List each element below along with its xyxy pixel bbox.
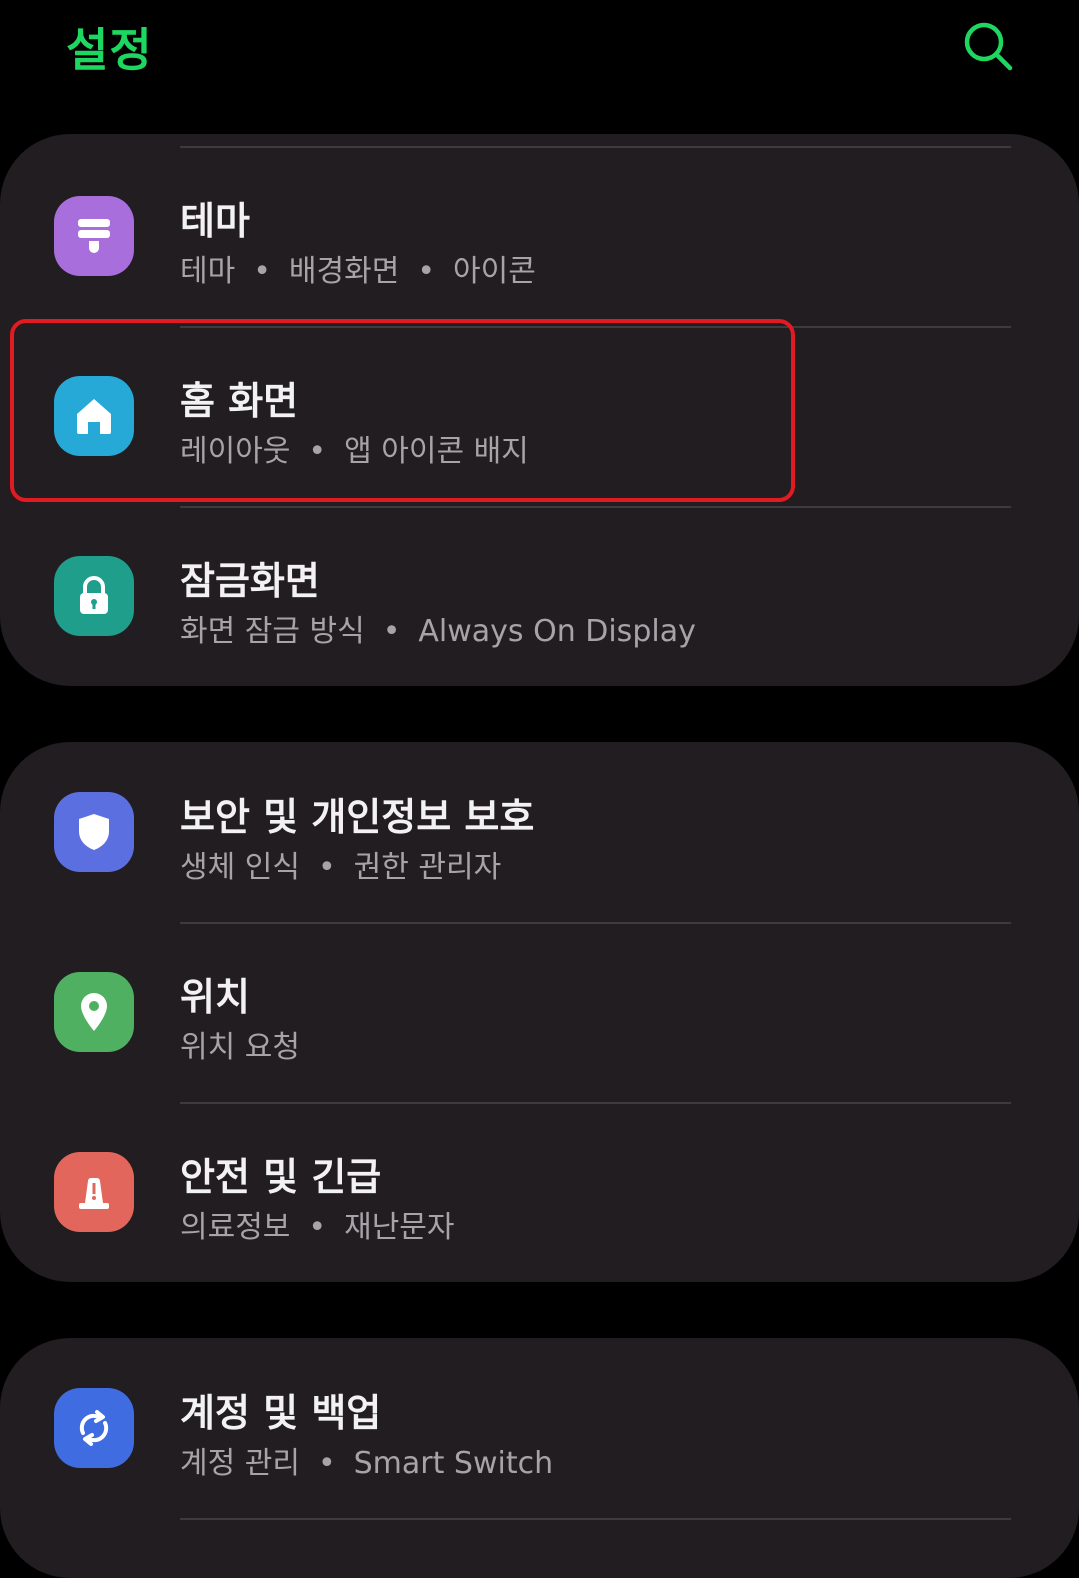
app-header: 설정	[0, 0, 1079, 100]
settings-item-security-privacy[interactable]: 보안 및 개인정보 보호 생체 인식 • 권한 관리자	[0, 742, 1079, 922]
sync-icon	[79, 1410, 109, 1446]
search-icon	[964, 22, 1013, 71]
divider	[180, 1518, 1011, 1520]
settings-card-accounts: 계정 및 백업 계정 관리 • Smart Switch	[0, 1338, 1079, 1578]
item-subtitle: 의료정보 • 재난문자	[180, 1210, 455, 1245]
shield-icon	[79, 814, 109, 850]
item-subtitle: 생체 인식 • 권한 관리자	[180, 850, 502, 885]
location-pin-icon	[81, 993, 107, 1031]
settings-card-security: 보안 및 개인정보 보호 생체 인식 • 권한 관리자 위치 위치 요청 안전 및 …	[0, 742, 1079, 1282]
settings-item-lock-screen[interactable]: 잠금화면 화면 잠금 방식 • Always On Display	[0, 506, 1079, 686]
lock-icon	[80, 576, 108, 614]
item-subtitle: 위치 요청	[180, 1030, 300, 1065]
item-subtitle: 화면 잠금 방식 • Always On Display	[180, 614, 696, 649]
theme-icon-tile	[54, 196, 134, 276]
home-icon-tile	[54, 376, 134, 456]
item-subtitle: 계정 관리 • Smart Switch	[180, 1446, 554, 1481]
location-icon-tile	[54, 972, 134, 1052]
search-button[interactable]	[956, 14, 1020, 78]
alert-icon-tile	[54, 1152, 134, 1232]
brush-icon	[78, 219, 110, 253]
item-title: 홈 화면	[180, 379, 299, 423]
alert-icon	[79, 1178, 109, 1209]
item-title: 보안 및 개인정보 보호	[180, 795, 535, 839]
settings-item-accounts-backup[interactable]: 계정 및 백업 계정 관리 • Smart Switch	[0, 1338, 1079, 1518]
settings-item-location[interactable]: 위치 위치 요청	[0, 922, 1079, 1102]
lock-icon-tile	[54, 556, 134, 636]
item-title: 계정 및 백업	[180, 1391, 382, 1435]
item-subtitle: 레이아웃 • 앱 아이콘 배지	[180, 434, 529, 469]
settings-card-display: 테마 테마 • 배경화면 • 아이콘 홈 화면 레이아웃 • 앱 아이콘 배지 잠금화면 화…	[0, 134, 1079, 686]
settings-item-safety-emergency[interactable]: 안전 및 긴급 의료정보 • 재난문자	[0, 1102, 1079, 1282]
item-title: 안전 및 긴급	[180, 1155, 382, 1199]
item-title: 위치	[180, 975, 250, 1019]
sync-icon-tile	[54, 1388, 134, 1468]
home-icon	[77, 399, 111, 434]
settings-item-theme[interactable]: 테마 테마 • 배경화면 • 아이콘	[0, 146, 1079, 326]
page-title: 설정	[66, 23, 153, 77]
item-title: 잠금화면	[180, 559, 320, 603]
item-title: 테마	[180, 199, 250, 243]
item-subtitle: 테마 • 배경화면 • 아이콘	[180, 254, 536, 289]
shield-icon-tile	[54, 792, 134, 872]
settings-item-home-screen[interactable]: 홈 화면 레이아웃 • 앱 아이콘 배지	[0, 326, 1079, 506]
